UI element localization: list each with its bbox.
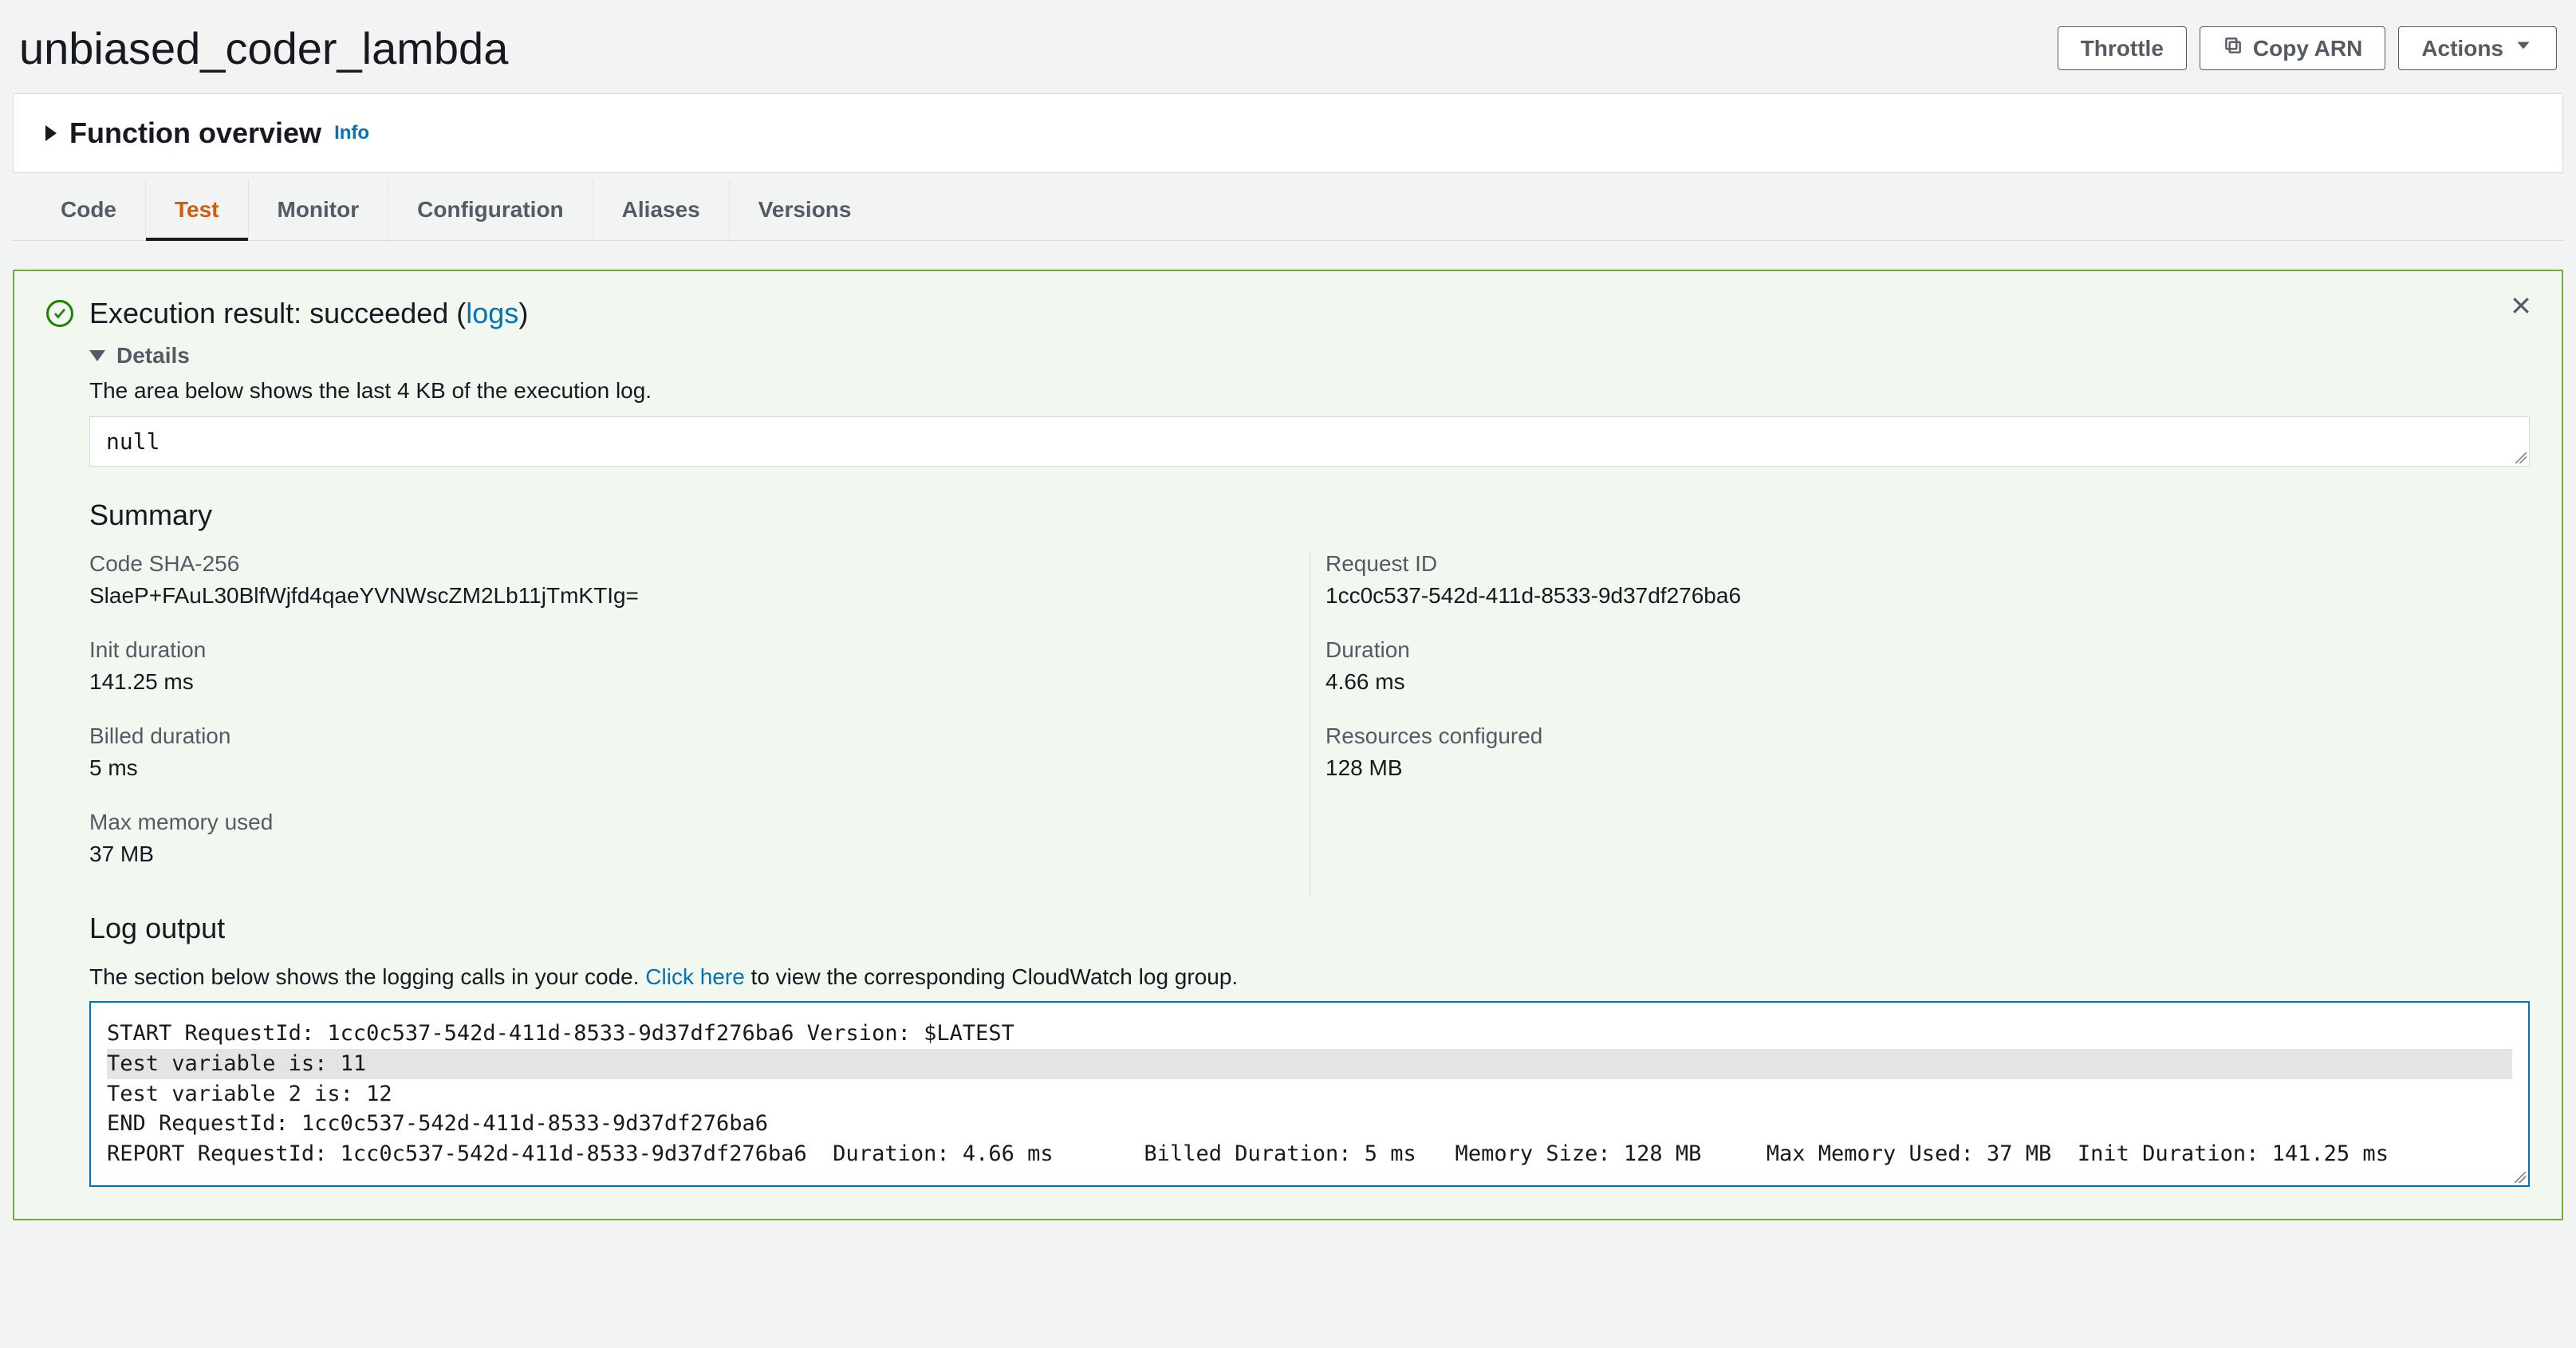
log-hint: The area below shows the last 4 KB of th… [89, 378, 2530, 404]
execution-result-title: Execution result: succeeded (logs) [89, 297, 528, 330]
init-duration-value: 141.25 ms [89, 669, 1262, 695]
log-output-title: Log output [89, 912, 2530, 945]
init-duration-label: Init duration [89, 637, 1262, 663]
log-desc-suffix: to view the corresponding CloudWatch log… [745, 964, 1238, 989]
copy-icon [2223, 35, 2243, 61]
execution-result-panel: Execution result: succeeded (logs) Detai… [13, 270, 2563, 1220]
log-line: START RequestId: 1cc0c537-542d-411d-8533… [107, 1019, 2512, 1049]
code-sha-label: Code SHA-256 [89, 551, 1262, 577]
code-sha-value: SlaeP+FAuL30BlfWjfd4qaeYVNWscZM2Lb11jTmK… [89, 583, 1262, 609]
resources-label: Resources configured [1325, 723, 2482, 749]
log-line: Test variable 2 is: 12 [107, 1079, 2512, 1110]
logs-link[interactable]: logs [466, 297, 518, 329]
max-memory-value: 37 MB [89, 842, 1262, 867]
chevron-down-icon [2513, 35, 2534, 61]
page-title: unbiased_coder_lambda [19, 22, 508, 74]
init-duration-field: Init duration 141.25 ms [89, 637, 1262, 695]
summary-right-col: Request ID 1cc0c537-542d-411d-8533-9d37d… [1310, 551, 2530, 896]
success-check-icon [46, 300, 73, 327]
copy-arn-label: Copy ARN [2253, 36, 2362, 61]
billed-duration-value: 5 ms [89, 755, 1262, 781]
log-desc-prefix: The section below shows the logging call… [89, 964, 645, 989]
max-memory-field: Max memory used 37 MB [89, 810, 1262, 867]
summary-left-col: Code SHA-256 SlaeP+FAuL30BlfWjfd4qaeYVNW… [89, 551, 1310, 896]
max-memory-label: Max memory used [89, 810, 1262, 835]
copy-arn-button[interactable]: Copy ARN [2200, 26, 2385, 70]
tab-configuration[interactable]: Configuration [388, 179, 593, 240]
resources-field: Resources configured 128 MB [1325, 723, 2482, 781]
summary-grid: Code SHA-256 SlaeP+FAuL30BlfWjfd4qaeYVNW… [89, 551, 2530, 896]
tab-code[interactable]: Code [32, 179, 146, 240]
tab-monitor[interactable]: Monitor [249, 179, 389, 240]
response-box[interactable]: null [89, 416, 2530, 467]
result-prefix: Execution result: succeeded ( [89, 297, 466, 329]
info-link[interactable]: Info [334, 122, 369, 144]
duration-value: 4.66 ms [1325, 669, 2482, 695]
details-toggle[interactable]: Details [89, 343, 2530, 369]
request-id-field: Request ID 1cc0c537-542d-411d-8533-9d37d… [1325, 551, 2482, 609]
throttle-label: Throttle [2081, 36, 2164, 61]
log-line: END RequestId: 1cc0c537-542d-411d-8533-9… [107, 1109, 2512, 1139]
header-button-group: Throttle Copy ARN Actions [2058, 26, 2557, 70]
code-sha-field: Code SHA-256 SlaeP+FAuL30BlfWjfd4qaeYVNW… [89, 551, 1262, 609]
request-id-value: 1cc0c537-542d-411d-8533-9d37df276ba6 [1325, 583, 2482, 609]
actions-button[interactable]: Actions [2398, 26, 2557, 70]
details-label: Details [116, 343, 190, 369]
function-overview-panel: Function overview Info [13, 93, 2563, 173]
log-line: REPORT RequestId: 1cc0c537-542d-411d-853… [107, 1139, 2512, 1169]
request-id-label: Request ID [1325, 551, 2482, 577]
close-icon[interactable] [2509, 294, 2533, 323]
expand-overview-icon[interactable] [45, 125, 57, 141]
billed-duration-label: Billed duration [89, 723, 1262, 749]
tab-versions[interactable]: Versions [730, 179, 880, 240]
log-output-desc: The section below shows the logging call… [89, 964, 2530, 990]
tab-aliases[interactable]: Aliases [593, 179, 730, 240]
function-overview-title: Function overview [69, 116, 321, 150]
result-body: The area below shows the last 4 KB of th… [89, 378, 2530, 1187]
summary-title: Summary [89, 499, 2530, 532]
click-here-link[interactable]: Click here [645, 964, 744, 989]
actions-label: Actions [2421, 36, 2503, 61]
tab-test[interactable]: Test [146, 179, 249, 240]
tab-bar: Code Test Monitor Configuration Aliases … [13, 179, 2563, 241]
result-suffix: ) [518, 297, 528, 329]
caret-down-icon [89, 350, 105, 361]
log-line: Test variable is: 11 [107, 1049, 2512, 1079]
resources-value: 128 MB [1325, 755, 2482, 781]
billed-duration-field: Billed duration 5 ms [89, 723, 1262, 781]
result-header: Execution result: succeeded (logs) [46, 297, 2530, 330]
log-output-box[interactable]: START RequestId: 1cc0c537-542d-411d-8533… [89, 1001, 2530, 1187]
throttle-button[interactable]: Throttle [2058, 26, 2187, 70]
duration-label: Duration [1325, 637, 2482, 663]
page-header: unbiased_coder_lambda Throttle Copy ARN … [13, 10, 2563, 93]
duration-field: Duration 4.66 ms [1325, 637, 2482, 695]
